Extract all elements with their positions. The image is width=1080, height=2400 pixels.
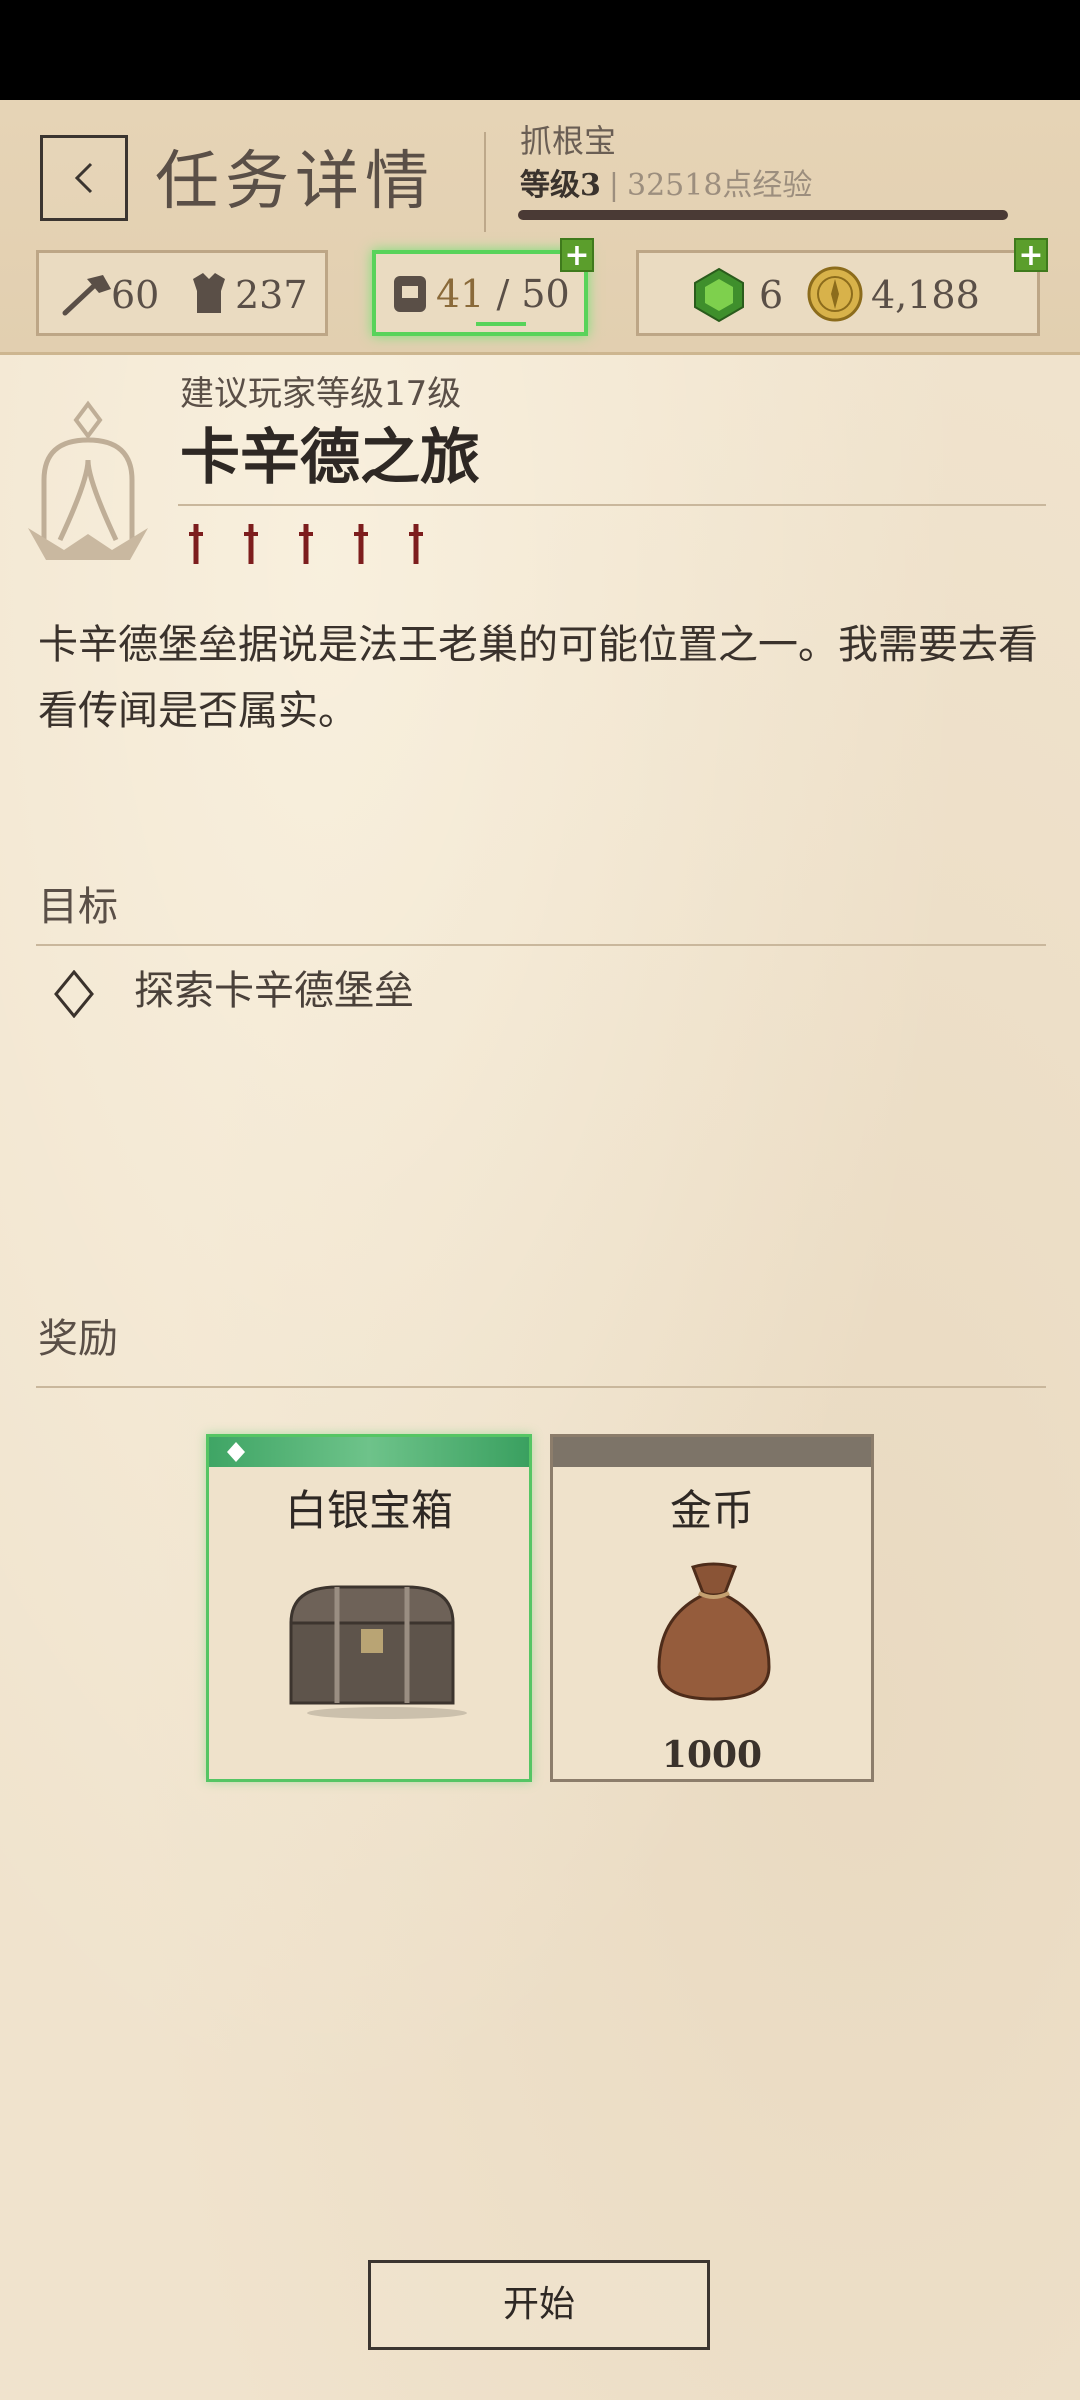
objective-text: 探索卡辛德堡垒	[134, 968, 414, 1014]
rewards-label: 奖励	[38, 1316, 118, 1362]
backpack-icon	[394, 276, 426, 312]
currency-resources[interactable]: 6 4,188	[636, 250, 1040, 336]
rarity-diamond-icon	[227, 1442, 245, 1462]
add-inventory-button[interactable]: +	[560, 238, 594, 272]
gold-coin-icon	[807, 266, 863, 322]
diamond-outline-icon	[54, 970, 94, 1018]
reward-name: 金币	[669, 1486, 754, 1535]
rarity-band	[553, 1437, 871, 1467]
objectives-label: 目标	[38, 884, 118, 930]
reward-gold-coins[interactable]: 金币 1000	[550, 1434, 874, 1782]
objectives-divider	[36, 944, 1046, 946]
gem-value: 6	[759, 273, 784, 317]
player-level: 等级3	[520, 168, 601, 203]
dagger-icon	[244, 524, 258, 564]
green-gem-icon	[694, 267, 744, 323]
player-name: 抓根宝	[520, 122, 617, 160]
recommended-level: 建议玩家等级17级	[180, 374, 462, 414]
back-button[interactable]	[40, 135, 128, 221]
stamina-resources[interactable]: 60 237	[36, 250, 328, 336]
quest-description: 卡辛德堡垒据说是法王老巢的可能位置之一。我需要去看看传闻是否属实。	[38, 622, 1038, 734]
dagger-icon	[299, 524, 313, 564]
inventory-separator: /	[484, 272, 522, 316]
start-button[interactable]: 开始	[368, 2260, 710, 2350]
inventory-count: 41 / 50	[436, 272, 570, 316]
dagger-icon	[354, 524, 368, 564]
reward-name: 白银宝箱	[284, 1486, 453, 1535]
xp-progress-bar	[518, 210, 1008, 220]
rarity-band	[209, 1437, 529, 1467]
title-divider	[178, 504, 1046, 506]
armor-value: 237	[235, 273, 308, 317]
inventory-max: 50	[521, 272, 570, 316]
coin-bag-icon	[657, 1562, 771, 1701]
rewards-divider	[36, 1386, 1046, 1388]
gold-value: 4,188	[871, 273, 980, 317]
dagger-icon	[189, 524, 203, 564]
player-level-line: 等级3 | 32518点经验	[520, 166, 812, 206]
inventory-capacity[interactable]: 41 / 50	[372, 250, 588, 336]
silver-chest-icon	[289, 1585, 467, 1719]
page-title: 任务详情	[155, 145, 435, 219]
status-bar	[0, 0, 1080, 100]
axe-value: 60	[111, 273, 160, 317]
inventory-highlight	[476, 322, 526, 326]
reward-amount: 1000	[661, 1734, 763, 1776]
quest-emblem-icon	[28, 400, 148, 560]
inventory-current: 41	[436, 272, 485, 316]
axe-icon	[62, 275, 111, 316]
armor-icon	[193, 273, 225, 313]
reward-silver-chest[interactable]: 白银宝箱	[206, 1434, 532, 1782]
header-divider	[484, 132, 486, 232]
level-separator: |	[608, 168, 619, 203]
add-currency-button[interactable]: +	[1014, 238, 1048, 272]
parchment-background	[0, 100, 1080, 2400]
quest-title: 卡辛德之旅	[180, 423, 480, 493]
difficulty-rating	[189, 524, 423, 564]
chevron-left-icon	[74, 162, 93, 194]
dagger-icon	[409, 524, 423, 564]
player-xp: 32518点经验	[626, 168, 813, 203]
